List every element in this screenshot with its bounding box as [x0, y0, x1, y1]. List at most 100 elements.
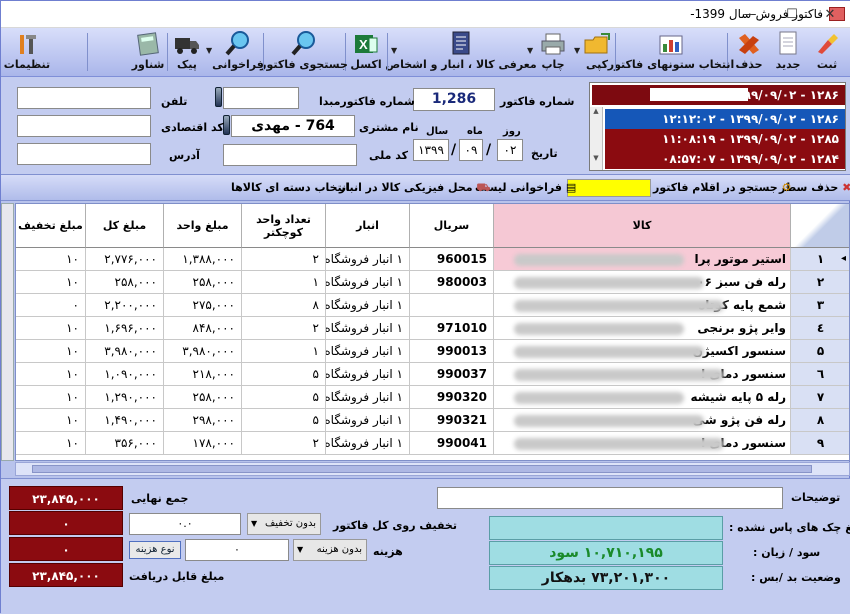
address-field[interactable]	[17, 143, 151, 165]
discount-type-dropdown[interactable]: ▼ بدون تخفیف	[247, 513, 321, 535]
search-items-field[interactable]	[567, 179, 651, 197]
grid-left-scrollbar[interactable]	[1, 203, 14, 461]
month-field[interactable]: ۰۹	[459, 139, 483, 161]
discount-value-field[interactable]: ۰.۰	[129, 513, 241, 535]
row-number[interactable]: ٤	[791, 317, 849, 340]
grid-cell-qty[interactable]: ۲	[242, 432, 326, 455]
physical-location-button[interactable]: ⛟ محل فیزیکی کالا در انبار	[339, 181, 490, 196]
grid-horizontal-scrollbar[interactable]	[15, 462, 850, 476]
grid-cell-total[interactable]: ۱,۴۹۰,۰۰۰	[86, 409, 164, 432]
grid-cell-unit[interactable]: ۱,۳۸۸,۰۰۰	[164, 248, 242, 271]
year-field[interactable]: ۱۳۹۹	[413, 139, 449, 161]
tb-float-button[interactable]: شناور	[131, 30, 165, 74]
grid-cell-disc[interactable]: ۱۰	[16, 317, 86, 340]
list-scrollbar[interactable]: ▲ ▼	[590, 107, 603, 170]
column-header-anbar[interactable]: انبار	[326, 204, 410, 248]
invoice-history-item[interactable]: ۱۲۸۶ - ۱۳۹۹/۰۹/۰۲ - ۱۲:۱۲:۰۲	[592, 85, 845, 105]
row-number[interactable]: ۷	[791, 386, 849, 409]
customer-name-field[interactable]: 764 - مهدی	[231, 115, 355, 137]
cost-type-dropdown[interactable]: ▼ بدون هزینه	[293, 539, 367, 561]
row-number[interactable]: ۹	[791, 432, 849, 455]
grid-cell-disc[interactable]: ۰	[16, 294, 86, 317]
grid-cell-qty[interactable]: ۸	[242, 294, 326, 317]
cost-type-button[interactable]: نوع هزینه	[129, 541, 181, 559]
phone-field[interactable]	[17, 87, 151, 109]
row-number[interactable]: ۲	[791, 271, 849, 294]
grid-cell-serial[interactable]	[410, 294, 494, 317]
source-invoice-picker[interactable]	[215, 87, 222, 107]
row-number[interactable]: ۳	[791, 294, 849, 317]
grid-cell-qty[interactable]: ۱	[242, 271, 326, 294]
tb-delete-button[interactable]: حذف	[730, 30, 768, 74]
invoice-history-item[interactable]: ۱۲۸۵ - ۱۳۹۹/۰۹/۰۲ - ۱۱:۰۸:۱۹	[605, 129, 845, 149]
tb-courier-button[interactable]: پیک	[171, 30, 203, 74]
grid-cell-disc[interactable]: ۱۰	[16, 386, 86, 409]
grid-cell-total[interactable]: ۲,۲۰۰,۰۰۰	[86, 294, 164, 317]
economic-code-field[interactable]	[17, 115, 151, 137]
row-number[interactable]: ٦	[791, 363, 849, 386]
grid-cell-disc[interactable]: ۱۰	[16, 363, 86, 386]
grid-cell-unit[interactable]: ۲۵۸,۰۰۰	[164, 271, 242, 294]
grid-cell-serial[interactable]: 980003	[410, 271, 494, 294]
notes-field[interactable]	[437, 487, 783, 509]
grid-cell-unit[interactable]: ۱۷۸,۰۰۰	[164, 432, 242, 455]
column-header-kala[interactable]: کالا	[494, 204, 791, 248]
minimize-button[interactable]: —	[733, 1, 767, 27]
grid-cell-qty[interactable]: ۲	[242, 317, 326, 340]
grid-cell-qty[interactable]: ۵	[242, 386, 326, 409]
grid-cell-qty[interactable]: ۵	[242, 363, 326, 386]
cost-value-field[interactable]: ۰	[185, 539, 289, 561]
grid-cell-serial[interactable]: 990321	[410, 409, 494, 432]
day-field[interactable]: ۰۲	[497, 139, 523, 161]
invoice-number-field[interactable]: 1,286	[413, 88, 495, 111]
grid-cell-total[interactable]: ۲۵۸,۰۰۰	[86, 271, 164, 294]
grid-cell-disc[interactable]: ۱۰	[16, 409, 86, 432]
search-items-button[interactable]: ⚙ جستجو در اقلام فاکتور	[653, 181, 791, 194]
tb-copy-button[interactable]: کپی	[581, 30, 613, 74]
grid-cell-total[interactable]: ۲,۷۷۶,۰۰۰	[86, 248, 164, 271]
tb-print-button[interactable]: چاپ	[535, 30, 571, 74]
grid-cell-anbar[interactable]: ۱ انبار فروشگاه	[326, 409, 410, 432]
column-header-qty[interactable]: تعداد واحد کوچکتر	[242, 204, 326, 248]
grid-cell-disc[interactable]: ۱۰	[16, 432, 86, 455]
row-number[interactable]: ۸	[791, 409, 849, 432]
grid-cell-serial[interactable]: 990041	[410, 432, 494, 455]
dropdown-arrow-icon[interactable]: ▼	[527, 46, 533, 55]
grid-cell-total[interactable]: ۱,۰۹۰,۰۰۰	[86, 363, 164, 386]
dropdown-arrow-icon[interactable]: ▼	[391, 46, 397, 55]
row-number[interactable]: ۱ ◂	[791, 248, 849, 271]
grid-cell-serial[interactable]: 960015	[410, 248, 494, 271]
grid-cell-qty[interactable]: ۲	[242, 248, 326, 271]
column-header-unit-price[interactable]: مبلغ واحد	[164, 204, 242, 248]
grid-cell-anbar[interactable]: ۱ انبار فروشگاه	[326, 317, 410, 340]
grid-cell-disc[interactable]: ۱۰	[16, 340, 86, 363]
scroll-thumb[interactable]	[32, 465, 812, 473]
grid-cell-qty[interactable]: ۵	[242, 409, 326, 432]
row-number[interactable]: ۵	[791, 340, 849, 363]
grid-cell-anbar[interactable]: ۱ انبار فروشگاه	[326, 432, 410, 455]
select-group-button[interactable]: انتخاب دسته ای کالاها	[231, 181, 350, 194]
grid-cell-unit[interactable]: ۳,۹۸۰,۰۰۰	[164, 340, 242, 363]
invoice-history-list[interactable]: ۱۲۸۶ - ۱۳۹۹/۰۹/۰۲ - ۱۲:۱۲:۰۲ ▲ ▼ ۱۲۸۶ - …	[589, 82, 846, 171]
grid-cell-qty[interactable]: ۱	[242, 340, 326, 363]
tb-define-items-button[interactable]: معرفی کالا ، انبار و اشخاص	[385, 30, 537, 74]
grid-cell-unit[interactable]: ۲۷۵,۰۰۰	[164, 294, 242, 317]
invoice-history-item[interactable]: ۱۲۸۶ - ۱۳۹۹/۰۹/۰۲ - ۱۲:۱۲:۰۲	[605, 109, 845, 129]
grid-cell-serial[interactable]: 990320	[410, 386, 494, 409]
tb-excel-button[interactable]: X اکسل	[347, 30, 385, 74]
grid-cell-total[interactable]: ۱,۲۹۰,۰۰۰	[86, 386, 164, 409]
column-header-total[interactable]: مبلغ کل	[86, 204, 164, 248]
maximize-button[interactable]: ☐	[775, 1, 809, 27]
tb-save-button[interactable]: ثبت	[807, 30, 847, 74]
grid-cell-anbar[interactable]: ۱ انبار فروشگاه	[326, 294, 410, 317]
tb-new-button[interactable]: جدید	[769, 30, 807, 74]
column-header-serial[interactable]: سریال	[410, 204, 494, 248]
grid-cell-anbar[interactable]: ۱ انبار فروشگاه	[326, 248, 410, 271]
grid-cell-total[interactable]: ۱,۶۹۶,۰۰۰	[86, 317, 164, 340]
grid-cell-serial[interactable]: 971010	[410, 317, 494, 340]
grid-cell-disc[interactable]: ۱۰	[16, 248, 86, 271]
column-header-discount[interactable]: مبلغ تخفیف	[16, 204, 86, 248]
dropdown-arrow-icon[interactable]: ▼	[574, 46, 580, 55]
grid-cell-serial[interactable]: 990037	[410, 363, 494, 386]
grid-cell-unit[interactable]: ۲۹۸,۰۰۰	[164, 409, 242, 432]
